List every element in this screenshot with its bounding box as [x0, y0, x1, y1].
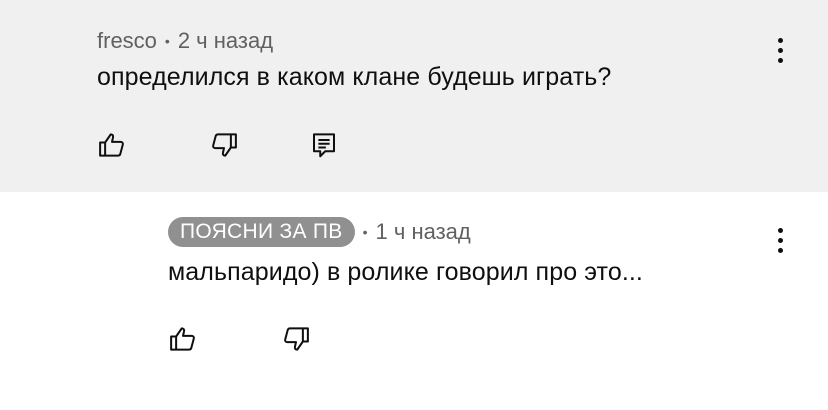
comment-meta: fresco • 2 ч назад [97, 26, 273, 56]
menu-dot [777, 237, 783, 243]
comment-author[interactable]: fresco [97, 28, 157, 54]
thumbs-up-icon [99, 133, 124, 157]
comment-text: определился в каком клане будешь играть? [97, 63, 612, 91]
thumbs-up-icon [170, 327, 195, 351]
creator-badge-author[interactable]: ПОЯСНИ ЗА ПВ [168, 217, 355, 247]
meta-separator: • [362, 224, 368, 240]
comment-timestamp[interactable]: 2 ч назад [178, 28, 273, 54]
like-button[interactable] [166, 322, 200, 356]
menu-dot [777, 247, 783, 253]
thumbs-down-icon [212, 133, 237, 157]
comment-timestamp[interactable]: 1 ч назад [376, 219, 471, 245]
menu-dot [777, 47, 783, 53]
reply-button[interactable] [307, 128, 341, 162]
more-vertical-icon [777, 37, 783, 43]
dislike-button[interactable] [207, 128, 241, 162]
comment-menu-button[interactable] [770, 223, 790, 257]
reply-comment: ПОЯСНИ ЗА ПВ • 1 ч назад мальпаридо) в р… [0, 192, 828, 410]
reply-comment-icon [313, 133, 335, 158]
comment-meta: ПОЯСНИ ЗА ПВ • 1 ч назад [168, 217, 471, 247]
highlighted-comment: fresco • 2 ч назад определился в каком к… [0, 0, 828, 192]
more-vertical-icon [777, 227, 783, 233]
meta-separator: • [164, 33, 170, 49]
thumbs-down-icon [284, 327, 309, 351]
like-button[interactable] [95, 128, 129, 162]
comment-menu-button[interactable] [770, 33, 790, 67]
dislike-button[interactable] [279, 322, 313, 356]
comment-text: мальпаридо) в ролике говорил про это... [168, 258, 643, 286]
menu-dot [777, 57, 783, 63]
